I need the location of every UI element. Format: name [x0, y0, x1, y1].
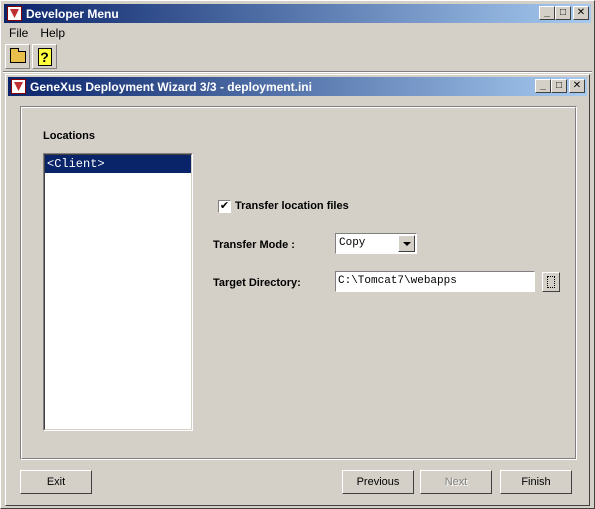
browse-button[interactable]	[542, 272, 560, 292]
app-icon	[7, 6, 22, 21]
help-icon: ?	[37, 47, 52, 66]
minimize-button[interactable]: _	[539, 6, 555, 20]
transfer-mode-label: Transfer Mode :	[213, 239, 295, 251]
transfer-mode-select[interactable]: Copy	[335, 233, 417, 254]
developer-menu-window: Developer Menu _ □ ✕ File Help ? GeneXus…	[0, 0, 595, 509]
maximize-button[interactable]: □	[555, 6, 571, 20]
menu-file[interactable]: File	[3, 26, 34, 40]
close-button[interactable]: ✕	[573, 6, 589, 20]
transfer-location-files-checkbox[interactable]: ✔	[218, 200, 231, 213]
list-item[interactable]: <Client>	[45, 155, 191, 173]
transfer-mode-value: Copy	[339, 237, 366, 249]
folder-open-icon	[9, 47, 26, 63]
toolbar-separator	[3, 71, 592, 73]
target-directory-label: Target Directory:	[213, 277, 301, 289]
transfer-location-files-label: Transfer location files	[235, 200, 349, 212]
target-directory-field[interactable]: C:\Tomcat7\webapps	[335, 271, 535, 292]
wizard-app-icon	[11, 79, 26, 94]
main-title-bar[interactable]: Developer Menu _ □ ✕	[4, 4, 591, 23]
wizard-title: GeneXus Deployment Wizard 3/3 - deployme…	[30, 79, 312, 94]
next-button[interactable]: Next	[420, 470, 492, 494]
menu-help[interactable]: Help	[34, 26, 71, 40]
wizard-window: GeneXus Deployment Wizard 3/3 - deployme…	[5, 74, 590, 506]
main-window-title: Developer Menu	[26, 6, 119, 21]
dropdown-button[interactable]	[398, 235, 415, 252]
wizard-close-button[interactable]: ✕	[569, 79, 585, 93]
help-button[interactable]: ?	[32, 44, 57, 69]
finish-button[interactable]: Finish	[500, 470, 572, 494]
toolbar: ?	[5, 44, 57, 70]
wizard-maximize-button[interactable]: □	[551, 79, 567, 93]
locations-list[interactable]: <Client>	[43, 153, 193, 431]
exit-button[interactable]: Exit	[20, 470, 92, 494]
open-button[interactable]	[5, 44, 30, 69]
locations-label: Locations	[43, 130, 95, 142]
wizard-title-bar[interactable]: GeneXus Deployment Wizard 3/3 - deployme…	[8, 77, 587, 96]
menu-bar: File Help	[3, 23, 71, 42]
wizard-minimize-button[interactable]: _	[535, 79, 551, 93]
previous-button[interactable]: Previous	[342, 470, 414, 494]
browse-icon	[547, 276, 555, 288]
chevron-down-icon	[402, 241, 411, 246]
